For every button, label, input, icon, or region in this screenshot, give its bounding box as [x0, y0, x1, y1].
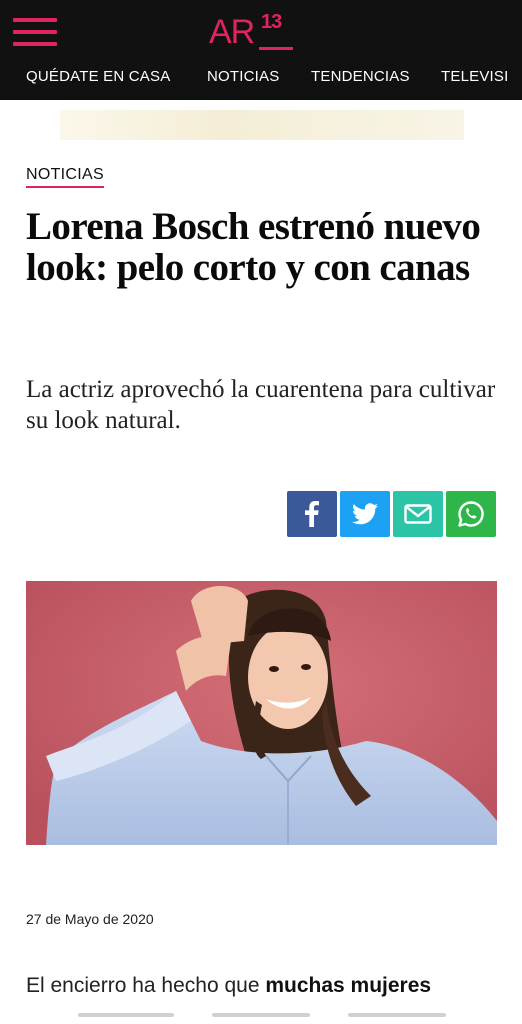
ad-banner[interactable] — [60, 110, 464, 140]
nav-item-tendencias[interactable]: TENDENCIAS — [311, 54, 410, 100]
main-nav: QUÉDATE EN CASA NOTICIAS TENDENCIAS TELE… — [0, 54, 522, 100]
facebook-icon — [305, 501, 319, 527]
article-subtitle: La actriz aprovechó la cuarentena para c… — [26, 376, 496, 434]
article-body: El encierro ha hecho que muchas mujeres — [26, 972, 506, 1000]
share-facebook-button[interactable] — [287, 491, 337, 537]
body-text-bold: muchas mujeres — [265, 974, 432, 997]
top-bar: AR 13 — [0, 0, 522, 54]
twitter-icon — [352, 503, 378, 525]
hero-photo — [26, 581, 497, 845]
nav-item-quedate-en-casa[interactable]: QUÉDATE EN CASA — [26, 54, 170, 100]
share-twitter-button[interactable] — [340, 491, 390, 537]
article-date: 27 de Mayo de 2020 — [26, 911, 154, 927]
scroll-indicator — [0, 1008, 522, 1024]
body-text-start: El encierro ha hecho que — [26, 974, 266, 997]
article-hero-image — [26, 581, 497, 845]
share-whatsapp-button[interactable] — [446, 491, 496, 537]
article-headline: Lorena Bosch estrenó nuevo look: pelo co… — [26, 205, 481, 289]
section-tag[interactable]: NOTICIAS — [26, 166, 104, 188]
share-email-button[interactable] — [393, 491, 443, 537]
email-icon — [404, 504, 432, 524]
nav-item-noticias[interactable]: NOTICIAS — [207, 54, 279, 100]
hamburger-menu-icon[interactable] — [13, 18, 57, 46]
nav-item-television[interactable]: TELEVISI — [441, 54, 508, 100]
whatsapp-icon — [458, 501, 484, 527]
